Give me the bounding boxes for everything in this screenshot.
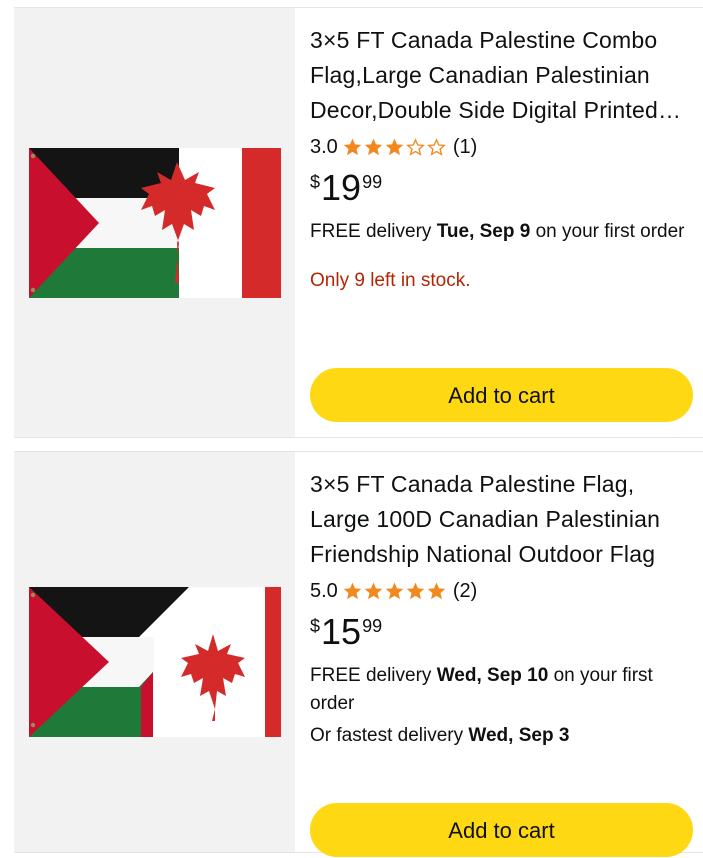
delivery-date: Tue, Sep 9: [436, 221, 531, 242]
delivery-info: FREE delivery Wed, Sep 10 on your first …: [310, 662, 696, 718]
star-filled-icon: [343, 138, 362, 156]
delivery-suffix: on your first order: [530, 221, 685, 242]
star-filled-icon: [343, 582, 362, 600]
price-whole: 19: [321, 167, 362, 208]
price-currency: $: [310, 616, 321, 636]
star-rating: [342, 137, 447, 157]
star-empty-icon: [405, 138, 425, 156]
star-filled-icon: [427, 582, 446, 600]
product-image[interactable]: [14, 452, 295, 852]
price: $ 15 99: [310, 610, 696, 656]
price-fraction: 99: [362, 172, 383, 192]
add-to-cart-button[interactable]: Add to cart: [310, 368, 693, 422]
fastest-delivery-info: Or fastest delivery Wed, Sep 3: [310, 722, 696, 750]
delivery-prefix: FREE delivery: [310, 665, 437, 686]
review-count[interactable]: (1): [453, 136, 477, 159]
product-info: 3×5 FT Canada Palestine Combo Flag,Large…: [310, 8, 696, 292]
canada-palestine-friendship-flag-image: [29, 587, 281, 737]
star-filled-icon: [406, 582, 425, 600]
product-info: 3×5 FT Canada Palestine Flag, Large 100D…: [310, 452, 696, 750]
stock-warning: Only 9 left in stock.: [310, 270, 471, 291]
price-currency: $: [310, 172, 321, 192]
star-filled-icon: [385, 138, 404, 156]
price-whole: 15: [321, 611, 362, 652]
canada-palestine-combo-flag-image: [29, 148, 281, 298]
product-card[interactable]: 3×5 FT Canada Palestine Combo Flag,Large…: [14, 7, 703, 438]
add-to-cart-button[interactable]: Add to cart: [310, 803, 693, 857]
fastest-prefix: Or fastest delivery: [310, 725, 469, 746]
rating-value: 3.0: [310, 135, 338, 158]
delivery-date: Wed, Sep 10: [436, 665, 549, 686]
rating-row[interactable]: 3.0 (1): [310, 132, 696, 162]
product-card[interactable]: 3×5 FT Canada Palestine Flag, Large 100D…: [14, 451, 703, 857]
delivery-prefix: FREE delivery: [310, 221, 437, 242]
product-title[interactable]: 3×5 FT Canada Palestine Combo Flag,Large…: [310, 23, 696, 128]
star-filled-icon: [385, 582, 404, 600]
product-title[interactable]: 3×5 FT Canada Palestine Flag, Large 100D…: [310, 467, 696, 572]
review-count[interactable]: (2): [453, 580, 477, 603]
fastest-date: Wed, Sep 3: [468, 725, 570, 746]
rating-value: 5.0: [310, 579, 338, 602]
product-image[interactable]: [14, 8, 295, 437]
rating-row[interactable]: 5.0 (2): [310, 576, 696, 606]
star-filled-icon: [364, 138, 383, 156]
price: $ 19 99: [310, 166, 696, 212]
star-filled-icon: [364, 582, 383, 600]
star-empty-icon: [426, 138, 446, 156]
star-rating: [342, 581, 447, 601]
delivery-info: FREE delivery Tue, Sep 9 on your first o…: [310, 218, 696, 246]
price-fraction: 99: [362, 616, 383, 636]
